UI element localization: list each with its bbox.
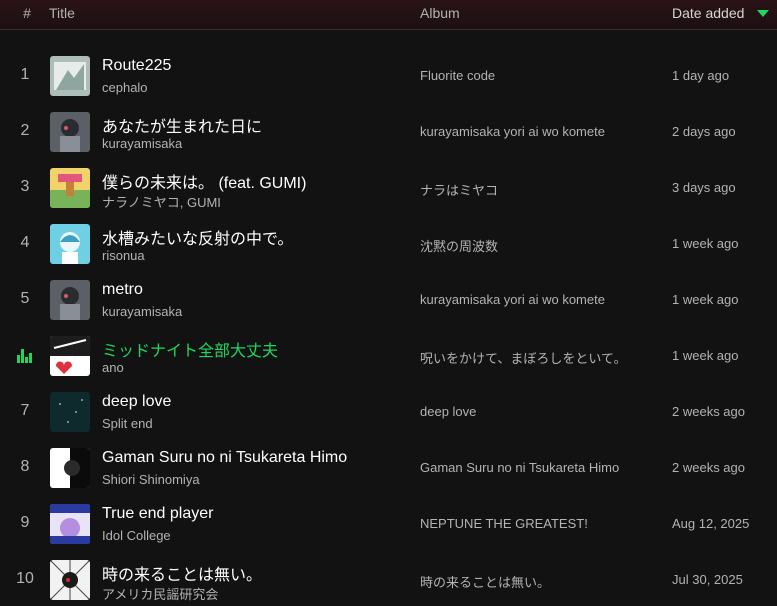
track-title[interactable]: deep love bbox=[102, 393, 171, 411]
track-artist[interactable]: ano bbox=[102, 360, 124, 375]
track-title[interactable]: 時の来ることは無い。 bbox=[102, 561, 262, 585]
track-title[interactable]: 水槽みたいな反射の中で。 bbox=[102, 225, 293, 249]
track-row[interactable]: 9 True end player Idol College NEPTUNE T… bbox=[0, 496, 777, 552]
track-title[interactable]: 僕らの未来は。 (feat. GUMI) bbox=[102, 169, 306, 193]
track-number: 9 bbox=[20, 514, 30, 531]
track-album[interactable]: kurayamisaka yori ai wo komete bbox=[420, 124, 605, 139]
now-playing-equalizer-icon bbox=[17, 349, 33, 363]
track-number: 8 bbox=[20, 458, 30, 475]
album-art-thumbnail bbox=[50, 56, 90, 96]
track-artist[interactable]: ナラノミヤコ, GUMI bbox=[102, 192, 221, 211]
track-number: 1 bbox=[20, 66, 30, 83]
track-album[interactable]: kurayamisaka yori ai wo komete bbox=[420, 292, 605, 307]
album-art-thumbnail bbox=[50, 504, 90, 544]
album-art-thumbnail bbox=[50, 224, 90, 264]
track-artist[interactable]: kurayamisaka bbox=[102, 136, 182, 151]
track-date-added: Aug 12, 2025 bbox=[672, 516, 750, 531]
track-album[interactable]: 時の来ることは無い。 bbox=[420, 572, 550, 591]
track-title[interactable]: あなたが生まれた日に bbox=[102, 113, 262, 137]
track-album[interactable]: 沈黙の周波数 bbox=[420, 236, 498, 255]
track-artist[interactable]: cephalo bbox=[102, 80, 148, 95]
track-row[interactable]: 2 あなたが生まれた日に kurayamisaka kurayamisaka y… bbox=[0, 104, 777, 160]
track-title[interactable]: Route225 bbox=[102, 57, 171, 75]
track-date-added: 2 weeks ago bbox=[672, 460, 745, 475]
track-date-added: 3 days ago bbox=[672, 180, 736, 195]
album-art-thumbnail bbox=[50, 560, 90, 600]
track-album[interactable]: deep love bbox=[420, 404, 476, 419]
track-date-added: 2 weeks ago bbox=[672, 404, 745, 419]
track-row[interactable]: 1 Route225 cephalo Fluorite code 1 day a… bbox=[0, 48, 777, 104]
track-date-added: 2 days ago bbox=[672, 124, 736, 139]
track-number: 3 bbox=[20, 178, 30, 195]
track-title[interactable]: metro bbox=[102, 281, 143, 299]
album-art-thumbnail bbox=[50, 112, 90, 152]
track-row[interactable]: 4 水槽みたいな反射の中で。 risonua 沈黙の周波数 1 week ago bbox=[0, 216, 777, 272]
track-list-header: # Title Album Date added bbox=[0, 0, 777, 30]
album-art-thumbnail bbox=[50, 168, 90, 208]
track-album[interactable]: 呪いをかけて、まぼろしをといて。 bbox=[420, 348, 627, 367]
track-date-added: 1 week ago bbox=[672, 348, 739, 363]
track-artist[interactable]: risonua bbox=[102, 248, 145, 263]
track-artist[interactable]: kurayamisaka bbox=[102, 304, 182, 319]
track-artist[interactable]: Split end bbox=[102, 416, 153, 431]
column-header-number[interactable]: # bbox=[20, 5, 34, 21]
track-date-added: 1 week ago bbox=[672, 292, 739, 307]
album-art-thumbnail bbox=[50, 392, 90, 432]
track-row[interactable]: 5 metro kurayamisaka kurayamisaka yori a… bbox=[0, 272, 777, 328]
track-row[interactable]: 7 deep love Split end deep love 2 weeks … bbox=[0, 384, 777, 440]
track-title[interactable]: Gaman Suru no ni Tsukareta Himo bbox=[102, 449, 347, 467]
track-row[interactable]: 3 僕らの未来は。 (feat. GUMI) ナラノミヤコ, GUMI ナラはミ… bbox=[0, 160, 777, 216]
track-artist[interactable]: Shiori Shinomiya bbox=[102, 472, 200, 487]
track-album[interactable]: ナラはミヤコ bbox=[420, 180, 498, 199]
track-number: 10 bbox=[16, 570, 34, 587]
playlist-track-list: # Title Album Date added 1 Route225 ceph… bbox=[0, 0, 777, 606]
track-album[interactable]: Fluorite code bbox=[420, 68, 495, 83]
caret-down-icon[interactable] bbox=[757, 10, 769, 17]
album-art-thumbnail bbox=[50, 336, 90, 376]
track-album[interactable]: Gaman Suru no ni Tsukareta Himo bbox=[420, 460, 619, 475]
column-header-album[interactable]: Album bbox=[420, 5, 460, 21]
track-title[interactable]: ミッドナイト全部大丈夫 bbox=[102, 337, 278, 361]
track-artist[interactable]: Idol College bbox=[102, 528, 171, 543]
album-art-thumbnail bbox=[50, 448, 90, 488]
track-number: 5 bbox=[20, 290, 30, 307]
track-date-added: 1 day ago bbox=[672, 68, 730, 83]
column-header-date-added[interactable]: Date added bbox=[672, 5, 744, 21]
track-title[interactable]: True end player bbox=[102, 505, 213, 523]
track-row-now-playing[interactable]: ミッドナイト全部大丈夫 ano 呪いをかけて、まぼろしをといて。 1 week … bbox=[0, 328, 777, 384]
album-art-thumbnail bbox=[50, 280, 90, 320]
track-row[interactable]: 8 Gaman Suru no ni Tsukareta Himo Shiori… bbox=[0, 440, 777, 496]
track-number: 4 bbox=[20, 234, 30, 251]
track-album[interactable]: NEPTUNE THE GREATEST! bbox=[420, 516, 588, 531]
track-row[interactable]: 10 時の来ることは無い。 アメリカ民謡研究会 時の来ることは無い。 Jul 3… bbox=[0, 552, 777, 606]
track-date-added: Jul 30, 2025 bbox=[672, 572, 743, 587]
track-number: 7 bbox=[20, 402, 30, 419]
track-number: 2 bbox=[20, 122, 30, 139]
track-artist[interactable]: アメリカ民謡研究会 bbox=[102, 584, 218, 603]
column-header-title[interactable]: Title bbox=[49, 5, 75, 21]
track-date-added: 1 week ago bbox=[672, 236, 739, 251]
